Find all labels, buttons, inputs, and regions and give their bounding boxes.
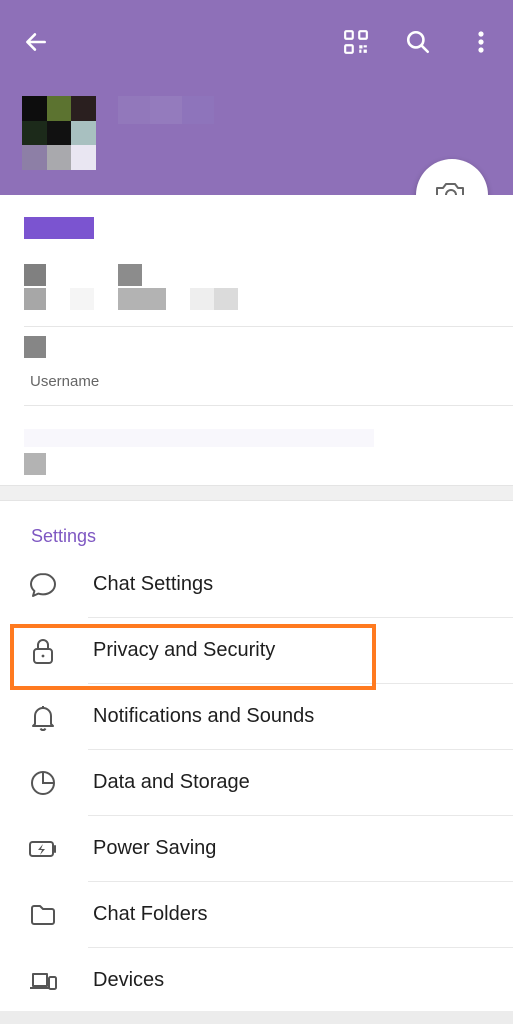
arrow-left-icon <box>26 33 46 51</box>
bottom-section-divider <box>0 1011 513 1024</box>
username-caption: Username <box>30 373 100 390</box>
profile-name-redacted <box>118 96 214 124</box>
settings-item-label: Data and Storage <box>93 771 250 793</box>
phone-number-redacted[interactable] <box>24 264 142 286</box>
settings-item-chat-folders[interactable]: Chat Folders <box>0 882 513 948</box>
section-divider <box>0 485 513 501</box>
more-vertical-icon <box>478 31 484 53</box>
settings-section: Settings Chat Settings Privacy and Secur… <box>0 501 513 1011</box>
username-value-redacted[interactable] <box>24 336 46 358</box>
settings-item-label: Notifications and Sounds <box>93 705 315 727</box>
settings-item-label: Chat Settings <box>93 573 214 595</box>
pie-chart-icon <box>26 766 60 800</box>
settings-item-label: Chat Folders <box>93 903 208 925</box>
more-options-button[interactable] <box>461 22 501 62</box>
settings-section-title: Settings <box>31 526 97 546</box>
settings-item-label: Devices <box>93 969 165 991</box>
settings-item-devices[interactable]: Devices <box>0 948 513 1014</box>
battery-icon <box>26 832 60 866</box>
qr-code-icon <box>344 30 368 54</box>
back-button[interactable] <box>16 22 56 62</box>
search-button[interactable] <box>398 22 438 62</box>
privacy-security-highlight-box <box>10 624 376 690</box>
avatar[interactable] <box>22 96 96 170</box>
settings-item-data-storage[interactable]: Data and Storage <box>0 750 513 816</box>
account-info-section: Username <box>0 195 513 485</box>
devices-icon <box>26 964 60 998</box>
bio-caption-redacted <box>24 453 46 475</box>
chat-bubble-icon <box>26 568 60 602</box>
search-icon <box>406 30 430 54</box>
bio-value-redacted[interactable] <box>24 429 374 447</box>
settings-item-label: Power Saving <box>93 837 217 859</box>
folder-icon <box>26 898 60 932</box>
bell-icon <box>26 700 60 734</box>
settings-item-chat-settings[interactable]: Chat Settings <box>0 552 513 618</box>
settings-item-power-saving[interactable]: Power Saving <box>0 816 513 882</box>
settings-item-notifications-sounds[interactable]: Notifications and Sounds <box>0 684 513 750</box>
qr-code-button[interactable] <box>336 22 376 62</box>
account-heading-redacted <box>24 217 104 239</box>
phone-number-redacted-2 <box>24 288 238 310</box>
